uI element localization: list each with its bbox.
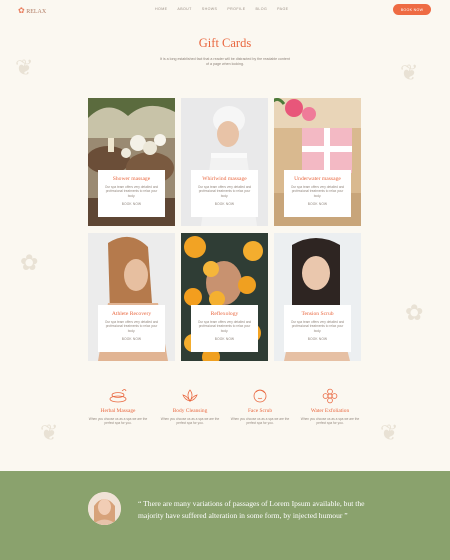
card-book-link[interactable]: BOOK NOW xyxy=(191,337,258,341)
card-content: Tension Scrub Our spa team offers very d… xyxy=(284,305,351,352)
face-icon xyxy=(253,389,267,403)
feature-title: Herbal Massage xyxy=(100,408,136,414)
feature-herbal-massage: Herbal Massage When you choose us as a s… xyxy=(88,388,148,426)
card-title: Whirlwind massage xyxy=(202,176,247,182)
avatar xyxy=(88,492,121,525)
leaf-decoration: ✿ xyxy=(405,300,424,325)
feature-text: When you choose us as a spa we are the p… xyxy=(300,417,360,426)
card-content: Underwater massage Our spa team offers v… xyxy=(284,170,351,217)
feature-text: When you choose us as a spa we are the p… xyxy=(160,417,220,426)
gift-card[interactable]: Shower massage Our spa team offers very … xyxy=(88,98,175,226)
nav-item-home[interactable]: HOME xyxy=(155,7,167,11)
leaf-decoration: ❦ xyxy=(380,420,399,445)
card-book-link[interactable]: BOOK NOW xyxy=(284,202,351,206)
flower-icon xyxy=(322,388,338,404)
site-header: ✿ RELAX HOME ABOUT SHOWS PROFILE BLOG PA… xyxy=(0,0,450,20)
card-title: Shower massage xyxy=(112,176,151,182)
nav-item-profile[interactable]: PROFILE xyxy=(227,7,245,11)
feature-body-cleansing: Body Cleansing When you choose us as a s… xyxy=(160,388,220,426)
card-book-link[interactable]: BOOK NOW xyxy=(284,337,351,341)
card-title: Athlete Recovery xyxy=(111,311,152,317)
card-text: Our spa team offers very detailed and pr… xyxy=(197,320,252,333)
gift-card[interactable]: Tension Scrub Our spa team offers very d… xyxy=(274,233,361,361)
avatar-image xyxy=(88,492,121,525)
feature-water-exfoliation: Water Exfoliation When you choose us as … xyxy=(300,388,360,426)
feature-face-scrub: Face Scrub When you choose us as a spa w… xyxy=(230,388,290,426)
gift-card[interactable]: Underwater massage Our spa team offers v… xyxy=(274,98,361,226)
card-title: Underwater massage xyxy=(294,176,341,182)
card-book-link[interactable]: BOOK NOW xyxy=(98,337,165,341)
card-text: Our spa team offers very detailed and pr… xyxy=(290,185,345,198)
feature-title: Body Cleansing xyxy=(172,408,208,414)
card-content: Shower massage Our spa team offers very … xyxy=(98,170,165,217)
card-content: Reflexology Our spa team offers very det… xyxy=(191,305,258,352)
card-content: Athlete Recovery Our spa team offers ver… xyxy=(98,305,165,352)
gift-card[interactable]: Athlete Recovery Our spa team offers ver… xyxy=(88,233,175,361)
main-nav: HOME ABOUT SHOWS PROFILE BLOG PAGE xyxy=(155,7,288,11)
nav-item-shows[interactable]: SHOWS xyxy=(202,7,218,11)
gift-card[interactable]: Reflexology Our spa team offers very det… xyxy=(181,233,268,361)
feature-text: When you choose us as a spa we are the p… xyxy=(88,417,148,426)
feature-text: When you choose us as a spa we are the p… xyxy=(230,417,290,426)
card-title: Reflexology xyxy=(210,311,239,317)
intro-text: It is a long established fact that a rea… xyxy=(160,57,290,67)
nav-item-blog[interactable]: BLOG xyxy=(256,7,268,11)
leaf-decoration: ✿ xyxy=(20,250,39,275)
leaf-decoration: ❦ xyxy=(400,60,419,85)
logo-text: RELAX xyxy=(26,9,47,15)
flower-icon: ✿ xyxy=(18,6,25,15)
card-text: Our spa team offers very detailed and pr… xyxy=(197,185,252,198)
card-book-link[interactable]: BOOK NOW xyxy=(191,202,258,206)
feature-title: Water Exfoliation xyxy=(310,408,350,414)
feature-title: Face Scrub xyxy=(247,408,273,414)
nav-item-page[interactable]: PAGE xyxy=(277,7,288,11)
leaf-decoration: ❦ xyxy=(15,55,34,80)
nav-item-about[interactable]: ABOUT xyxy=(177,7,191,11)
card-content: Whirlwind massage Our spa team offers ve… xyxy=(191,170,258,217)
testimonial-section: “ There are many variations of passages … xyxy=(0,471,450,560)
book-now-button[interactable]: BOOK NOW xyxy=(393,4,431,15)
card-text: Our spa team offers very detailed and pr… xyxy=(290,320,345,333)
lotus-icon xyxy=(182,389,198,402)
card-text: Our spa team offers very detailed and pr… xyxy=(104,320,159,333)
card-text: Our spa team offers very detailed and pr… xyxy=(104,185,159,198)
card-book-link[interactable]: BOOK NOW xyxy=(98,202,165,206)
massage-stones-icon xyxy=(109,389,127,403)
gift-card[interactable]: Whirlwind massage Our spa team offers ve… xyxy=(181,98,268,226)
logo[interactable]: ✿ RELAX xyxy=(18,6,46,15)
testimonial-quote: “ There are many variations of passages … xyxy=(138,499,365,520)
page-title: Gift Cards xyxy=(198,36,252,50)
leaf-decoration: ❦ xyxy=(40,420,59,445)
card-title: Tension Scrub xyxy=(301,311,334,317)
